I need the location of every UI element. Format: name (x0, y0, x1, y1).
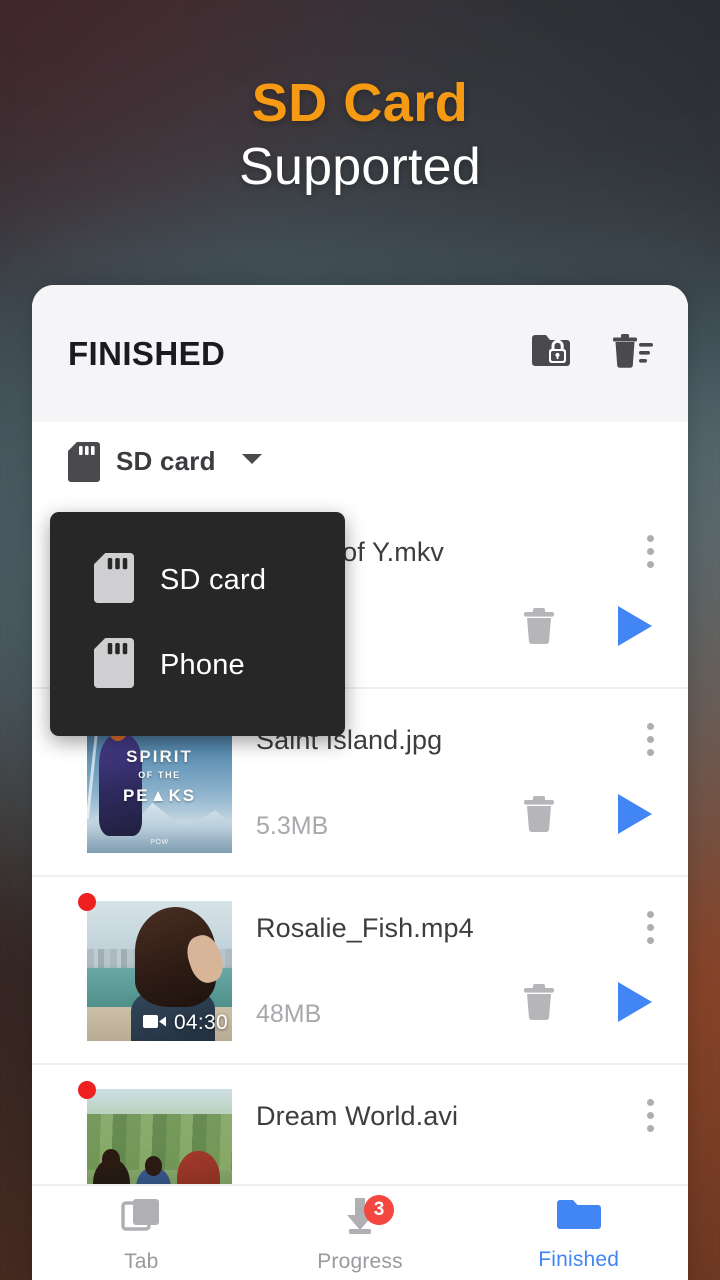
header-actions (530, 332, 654, 375)
dropdown-option-label: Phone (160, 649, 245, 681)
sd-card-icon (94, 638, 134, 693)
video-camera-icon (142, 1011, 167, 1035)
row-actions (522, 980, 656, 1029)
nav-item-label: Finished (538, 1247, 620, 1271)
progress-badge: 3 (364, 1194, 394, 1225)
bottom-navigation-bar: Tab 3 Progress Finished (32, 1184, 688, 1280)
thumb-title-line1: SPIRIT (126, 746, 193, 766)
folder-icon (555, 1195, 603, 1240)
folder-lock-icon (530, 332, 572, 375)
hero-line-secondary: Supported (239, 138, 481, 197)
app-header: FINISHED (32, 285, 688, 422)
thumb-footer-text: POW (150, 839, 169, 846)
nav-item-label: Tab (124, 1249, 159, 1273)
file-name: Rosalie_Fish.mp4 (256, 913, 474, 943)
dropdown-option-phone[interactable]: Phone (50, 623, 345, 708)
play-icon[interactable] (614, 980, 656, 1029)
file-size: 5.3MB (256, 812, 329, 840)
nav-item-finished[interactable]: Finished (469, 1195, 688, 1272)
trash-icon[interactable] (522, 794, 556, 839)
file-size: 48MB (256, 1000, 322, 1028)
file-name: Dream World.avi (256, 1101, 459, 1131)
app-screenshot-card: FINISHED SD card SD card Phone Sound of … (32, 285, 688, 1280)
dropdown-option-label: SD card (160, 564, 267, 596)
trash-list-icon (610, 332, 654, 375)
tabs-icon (119, 1193, 163, 1242)
thumb-title-line2: OF THE (138, 770, 181, 781)
duration-badge: 04:30 (142, 1011, 228, 1035)
chevron-down-icon[interactable] (240, 451, 264, 472)
kebab-menu-icon[interactable] (647, 723, 654, 762)
hero-line-primary: SD Card (251, 73, 469, 133)
play-icon[interactable] (614, 792, 656, 841)
table-row[interactable]: 04:30 Rosalie_Fish.mp4 48MB (32, 877, 688, 1065)
unread-dot-badge (78, 1081, 96, 1099)
storage-selector[interactable]: SD card (32, 422, 688, 501)
play-icon[interactable] (614, 604, 656, 653)
file-thumbnail: 04:30 (87, 901, 232, 1041)
nav-item-progress[interactable]: 3 Progress (251, 1193, 470, 1274)
page-title: FINISHED (68, 334, 226, 372)
row-actions (522, 604, 656, 653)
private-folder-button[interactable] (530, 332, 572, 375)
sd-card-icon (68, 441, 100, 482)
kebab-menu-icon[interactable] (647, 1099, 654, 1138)
kebab-menu-icon[interactable] (647, 535, 654, 574)
unread-dot-badge (78, 893, 96, 911)
nav-item-label: Progress (317, 1249, 403, 1273)
row-actions (522, 792, 656, 841)
delete-list-button[interactable] (610, 332, 654, 375)
sd-card-icon (94, 553, 134, 608)
duration-text: 04:30 (173, 1011, 228, 1034)
nav-item-tab[interactable]: Tab (32, 1193, 251, 1274)
trash-icon[interactable] (522, 606, 556, 651)
storage-dropdown-menu[interactable]: SD card Phone (50, 512, 345, 736)
hero-headline: SD Card Supported (0, 73, 720, 198)
kebab-menu-icon[interactable] (647, 911, 654, 950)
storage-selected-label: SD card (116, 446, 216, 476)
thumb-title-line3: PE▲KS (122, 785, 197, 805)
trash-icon[interactable] (522, 982, 556, 1027)
dropdown-option-sd-card[interactable]: SD card (50, 538, 345, 623)
